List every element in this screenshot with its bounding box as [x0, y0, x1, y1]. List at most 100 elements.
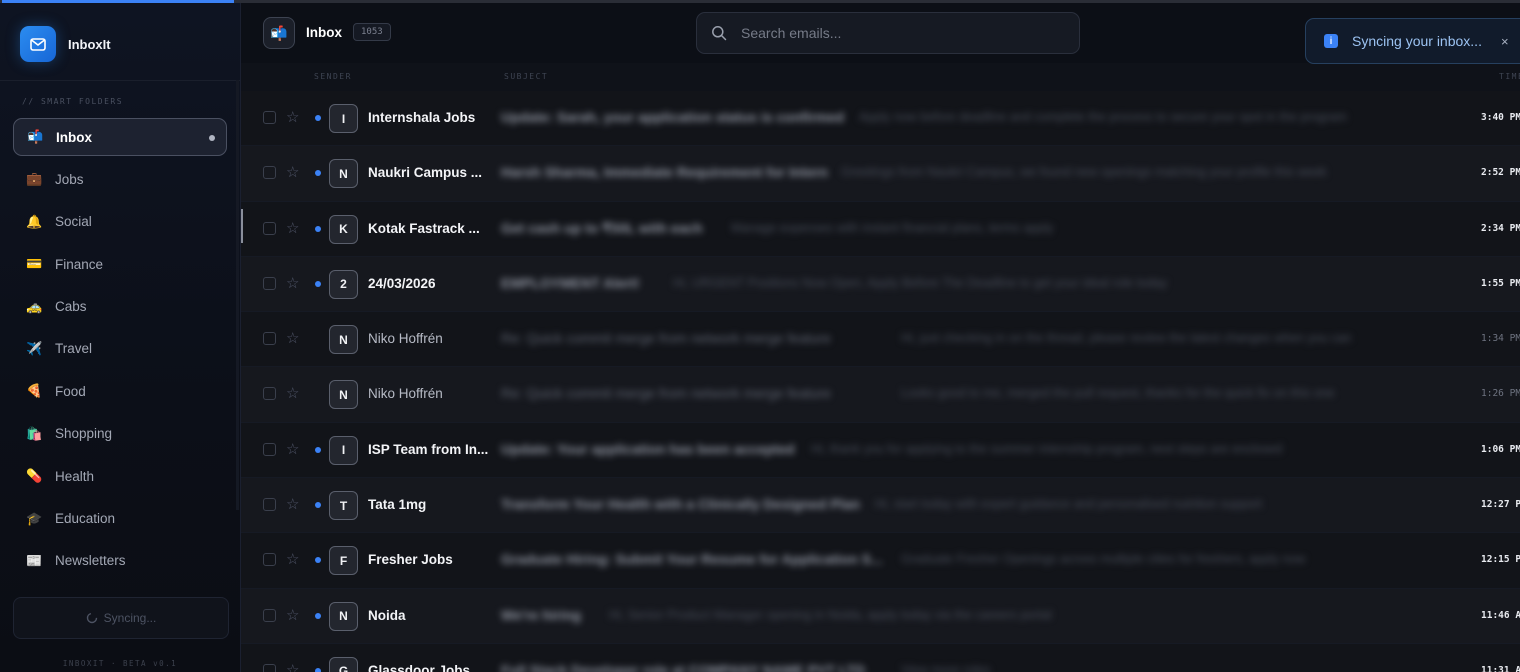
email-list: ☆ I Internshala Jobs Update: Sarah, your ap…	[241, 91, 1520, 672]
sidebar-item-newsletters[interactable]: 📰 Newsletters	[13, 542, 227, 580]
sidebar-item-label: Finance	[55, 256, 104, 272]
email-row[interactable]: ☆ N Noida We're hiring Hi, Senior Product Ma…	[241, 588, 1520, 644]
email-row[interactable]: ☆ T Tata 1mg Transform Your Health with a C…	[241, 478, 1520, 534]
brand[interactable]: InboxIt	[20, 26, 111, 62]
avatar: N	[329, 601, 358, 631]
email-row[interactable]: ☆ N Niko Hoffrén Re: Quick commit merge fro…	[241, 312, 1520, 368]
divider	[0, 80, 240, 81]
email-row[interactable]: ☆ K Kotak Fastrack ... Get cash up to ₹50L …	[241, 201, 1520, 257]
sidebar-scrollbar[interactable]	[236, 80, 239, 510]
sidebar-item-jobs[interactable]: 💼 Jobs	[13, 160, 227, 198]
star-icon[interactable]: ☆	[286, 384, 299, 402]
star-icon[interactable]: ☆	[286, 329, 299, 347]
email-row[interactable]: ☆ G Glassdoor Jobs Full Stack Developer rol…	[241, 643, 1520, 672]
email-row[interactable]: ☆ I Internshala Jobs Update: Sarah, your ap…	[241, 91, 1520, 147]
close-icon[interactable]: ×	[1501, 34, 1509, 49]
email-subject: EMPLOYMENT Alert!	[501, 274, 640, 291]
avatar: I	[329, 435, 358, 465]
row-checkbox[interactable]	[263, 608, 276, 622]
email-subject: Get cash up to ₹50L with each	[501, 219, 703, 236]
avatar: 2	[329, 269, 358, 299]
sidebar-item-education[interactable]: 🎓 Education	[13, 500, 227, 538]
unread-dot	[315, 225, 321, 232]
row-checkbox[interactable]	[263, 498, 276, 512]
graduation-cap-icon: 🎓	[26, 510, 43, 526]
bell-icon: 🔔	[26, 213, 43, 229]
avatar: T	[329, 491, 358, 521]
star-icon[interactable]: ☆	[286, 440, 299, 458]
row-checkbox[interactable]	[263, 663, 276, 672]
row-checkbox[interactable]	[263, 166, 276, 180]
email-row[interactable]: ☆ N Niko Hoffrén Re: Quick commit merge fro…	[241, 367, 1520, 423]
star-icon[interactable]: ☆	[286, 219, 299, 237]
star-icon[interactable]: ☆	[286, 550, 299, 568]
pizza-icon: 🍕	[26, 383, 43, 399]
row-checkbox[interactable]	[263, 553, 276, 567]
sidebar-item-cabs[interactable]: 🚕 Cabs	[13, 288, 227, 326]
sync-button-label: Syncing...	[103, 611, 157, 625]
star-icon[interactable]: ☆	[286, 606, 299, 624]
star-icon[interactable]: ☆	[286, 274, 299, 292]
star-icon[interactable]: ☆	[286, 495, 299, 513]
row-checkbox[interactable]	[263, 387, 276, 401]
sidebar-item-label: Health	[55, 468, 95, 484]
sidebar-item-social[interactable]: 🔔 Social	[13, 203, 227, 241]
email-preview: Hi, URGENT Positions Now Open, Apply Bef…	[673, 275, 1168, 290]
unread-dot	[315, 446, 321, 453]
sidebar-item-label: Social	[55, 214, 92, 230]
email-row[interactable]: ☆ N Naukri Campus ... Harsh Sharma, Immedia…	[241, 146, 1520, 202]
row-checkbox[interactable]	[263, 276, 276, 290]
unread-dot	[315, 667, 321, 672]
column-sender[interactable]: SENDER	[314, 72, 352, 81]
folder-list: 📬 Inbox 💼 Jobs 🔔 Social 💳 Finance 🚕 Cabs ✈️ Travel 🍕…	[13, 118, 227, 584]
row-checkbox[interactable]	[263, 332, 276, 346]
email-preview: Hi, thank you for applying to the summer…	[811, 441, 1283, 456]
mail-logo-icon	[20, 26, 56, 62]
search-input[interactable]	[739, 24, 1063, 42]
sidebar-item-finance[interactable]: 💳 Finance	[13, 245, 227, 283]
email-preview: Graduate Fresher Openings across multipl…	[901, 552, 1306, 567]
sidebar-item-food[interactable]: 🍕 Food	[13, 372, 227, 410]
email-sender: Niko Hoffrén	[368, 386, 443, 402]
star-icon[interactable]: ☆	[286, 108, 299, 126]
email-preview: Hi, Senior Product Manager opening in No…	[609, 607, 1052, 622]
row-checkbox[interactable]	[263, 221, 276, 235]
spinner-icon	[86, 612, 97, 624]
avatar: I	[329, 104, 358, 133]
email-sender: Kotak Fastrack ...	[368, 220, 480, 236]
email-row[interactable]: ☆ F Fresher Jobs Graduate Hiring: Submit Yo…	[241, 533, 1520, 589]
sidebar-item-inbox[interactable]: 📬 Inbox	[13, 118, 227, 156]
sidebar-item-shopping[interactable]: 🛍️ Shopping	[13, 415, 227, 453]
row-checkbox[interactable]	[263, 442, 276, 456]
sidebar-item-health[interactable]: 💊 Health	[13, 457, 227, 495]
sync-button[interactable]: Syncing...	[13, 597, 229, 639]
avatar: F	[329, 546, 358, 576]
email-preview: View more roles	[901, 662, 991, 672]
newspaper-icon: 📰	[26, 552, 43, 568]
email-subject: Update: Your application has been accept…	[501, 440, 795, 457]
search-bar[interactable]	[696, 12, 1080, 54]
sidebar-item-label: Cabs	[55, 299, 87, 315]
mailbox-icon: 📬	[27, 129, 44, 144]
email-subject: Graduate Hiring: Submit Your Resume for …	[501, 551, 883, 568]
email-subject: Re: Quick commit merge from network merg…	[501, 330, 831, 347]
email-sender: Glassdoor Jobs	[368, 662, 471, 672]
column-time[interactable]: TIME	[1499, 72, 1520, 81]
email-preview: Looks good to me, merged the pull reques…	[901, 386, 1335, 401]
pill-icon: 💊	[26, 468, 43, 484]
unread-dot	[315, 170, 321, 177]
email-row[interactable]: ☆ 2 24/03/2026 EMPLOYMENT Alert! Hi, URGENT …	[241, 256, 1520, 313]
email-time: 1:06 PM	[1481, 443, 1520, 455]
column-subject[interactable]: SUBJECT	[504, 72, 548, 81]
row-checkbox[interactable]	[263, 111, 276, 124]
email-row[interactable]: ☆ I ISP Team from In... Update: Your applic…	[241, 422, 1520, 479]
sidebar-item-travel[interactable]: ✈️ Travel	[13, 330, 227, 368]
star-icon[interactable]: ☆	[286, 661, 299, 672]
toast-message: Syncing your inbox...	[1352, 33, 1482, 49]
email-preview: Apply now before deadline and complete t…	[859, 110, 1347, 124]
star-icon[interactable]: ☆	[286, 163, 299, 181]
briefcase-icon: 💼	[26, 171, 43, 187]
email-subject: We're hiring	[501, 606, 582, 623]
sync-toast: i Syncing your inbox... ×	[1305, 18, 1520, 64]
unread-dot	[315, 280, 321, 287]
